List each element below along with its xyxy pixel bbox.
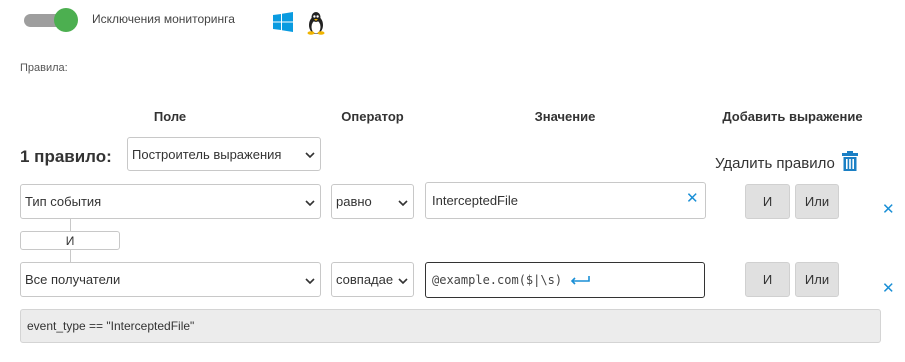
expression-text: event_type == "InterceptedFile" xyxy=(27,319,195,333)
connector-and-badge[interactable]: И xyxy=(20,231,120,250)
condition-2-value-text: @example.com($|\s) xyxy=(432,273,563,287)
condition-2-operator-select[interactable]: совпадае xyxy=(331,262,414,297)
condition-1-field-select[interactable]: Тип события xyxy=(20,184,321,219)
condition-1-or-button[interactable]: Или xyxy=(795,184,839,219)
condition-2-field-select-wrap[interactable]: Все получатели xyxy=(20,262,321,297)
linux-icon[interactable] xyxy=(305,11,327,35)
connector-line xyxy=(70,250,71,262)
header-add-expression: Добавить выражение xyxy=(722,109,863,124)
monitoring-exceptions-toggle[interactable] xyxy=(22,8,78,32)
header-operator: Оператор xyxy=(341,109,404,124)
monitoring-exceptions-label: Исключения мониторинга xyxy=(92,12,235,26)
condition-2-value-input[interactable]: @example.com($|\s) xyxy=(425,262,705,298)
condition-1-and-button[interactable]: И xyxy=(745,184,790,219)
toggle-knob xyxy=(54,8,78,32)
condition-1-operator-select-wrap[interactable]: равно xyxy=(331,184,414,219)
condition-2-or-button[interactable]: Или xyxy=(795,262,839,297)
delete-rule-button[interactable]: Удалить правило xyxy=(715,151,859,175)
clear-value-icon[interactable]: ✕ xyxy=(686,191,699,206)
delete-rule-label: Удалить правило xyxy=(715,154,835,172)
condition-1-operator-select[interactable]: равно xyxy=(331,184,414,219)
windows-icon[interactable] xyxy=(273,12,295,34)
rule-mode-select[interactable]: Построитель выражения xyxy=(127,137,321,171)
condition-1-field-select-wrap[interactable]: Тип события xyxy=(20,184,321,219)
header-field: Поле xyxy=(153,109,187,124)
enter-icon xyxy=(570,275,590,285)
condition-2-field-select[interactable]: Все получатели xyxy=(20,262,321,297)
connector-line xyxy=(70,219,71,231)
remove-condition-1-icon[interactable]: ✕ xyxy=(882,202,895,217)
header-value: Значение xyxy=(534,109,596,124)
condition-2-and-button[interactable]: И xyxy=(745,262,790,297)
rules-label: Правила: xyxy=(20,62,68,74)
rule-mode-select-wrap[interactable]: Построитель выражения xyxy=(127,137,321,171)
rule-number-label: 1 правило: xyxy=(20,147,112,166)
trash-icon xyxy=(841,151,859,175)
condition-1-value-text: InterceptedFile xyxy=(432,193,518,208)
expression-preview: event_type == "InterceptedFile" xyxy=(20,309,881,343)
condition-2-operator-select-wrap[interactable]: совпадае xyxy=(331,262,414,297)
remove-condition-2-icon[interactable]: ✕ xyxy=(882,281,895,296)
condition-1-value-input[interactable]: InterceptedFile xyxy=(425,182,706,219)
